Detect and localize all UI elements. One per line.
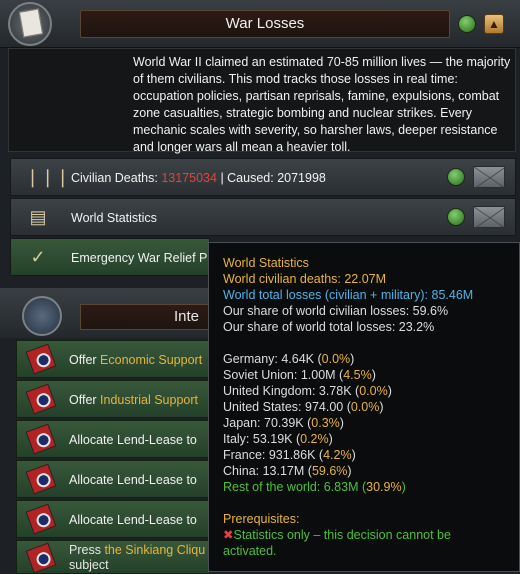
status-indicator-icon xyxy=(447,208,465,226)
flag-icon xyxy=(25,343,57,375)
flag-icon xyxy=(25,463,57,495)
world-statistics-row[interactable]: ▤ World Statistics xyxy=(10,198,516,236)
country-stat: Soviet Union: 1.00M (4.5%) xyxy=(223,368,376,382)
decision-highlight: Economic Support xyxy=(100,353,203,367)
tooltip-title: World Statistics xyxy=(223,256,309,270)
world-statistics-tooltip: World Statistics World civilian deaths: … xyxy=(208,242,520,572)
country-stat: China: 13.17M (59.6%) xyxy=(223,464,352,478)
relief-icon: ✓ xyxy=(30,247,46,267)
documents-icon: ▤ xyxy=(29,207,47,227)
country-stat: Japan: 70.39K (0.3%) xyxy=(223,416,344,430)
envelope-icon[interactable] xyxy=(473,206,505,228)
decision-label-line2: subject xyxy=(69,558,109,572)
emergency-relief-row[interactable]: ✓ Emergency War Relief P xyxy=(10,238,210,276)
country-stat: United Kingdom: 3.78K (0.0%) xyxy=(223,384,392,398)
decision-row[interactable]: Press the Sinkiang Cliqu subject xyxy=(16,540,210,574)
civilian-deaths-value: 13175034 xyxy=(161,171,217,185)
emergency-relief-label: Emergency War Relief P xyxy=(71,251,208,265)
civilian-deaths-row[interactable]: ❘❘❘ Civilian Deaths: 13175034 | Caused: … xyxy=(10,158,516,196)
cross-icon: ✖ xyxy=(223,528,234,542)
rest-of-world-stat: Rest of the world: 6.83M (30.9%) xyxy=(223,480,406,494)
decision-row[interactable]: Offer Economic Support xyxy=(16,340,210,378)
decision-label: Allocate Lend-Lease to xyxy=(69,473,197,487)
world-civilian-deaths: World civilian deaths: 22.07M xyxy=(223,272,387,286)
envelope-icon[interactable] xyxy=(473,166,505,188)
world-statistics-label: World Statistics xyxy=(71,211,157,225)
decision-row[interactable]: Allocate Lend-Lease to xyxy=(16,460,210,498)
mod-description-panel: World War II claimed an estimated 70-85 … xyxy=(8,48,516,154)
prerequisite-line: ✖Statistics only – this decision cannot … xyxy=(223,528,451,542)
international-title: Inte xyxy=(173,308,199,325)
decision-row[interactable]: Offer Industrial Support xyxy=(16,380,210,418)
ammunition-icon: ❘❘❘ xyxy=(25,167,71,187)
prerequisites-title: Prerequisites: xyxy=(223,512,300,526)
decision-label: Offer xyxy=(69,393,101,407)
status-indicator-icon xyxy=(458,15,476,33)
country-stat: France: 931.86K (4.2%) xyxy=(223,448,356,462)
flag-icon xyxy=(25,383,57,415)
country-stat: Germany: 4.64K (0.0%) xyxy=(223,352,355,366)
decision-row[interactable]: Allocate Lend-Lease to xyxy=(16,500,210,538)
decision-label: Allocate Lend-Lease to xyxy=(69,513,197,527)
flag-icon xyxy=(25,423,57,455)
international-title-bar: Inte xyxy=(80,304,210,330)
international-icon xyxy=(22,296,62,336)
decision-highlight: the Sinkiang Cliqu xyxy=(104,543,206,557)
share-total-losses: Our share of world total losses: 23.2% xyxy=(223,320,435,334)
prerequisite-line2: activated. xyxy=(223,544,277,558)
war-document-icon xyxy=(18,8,44,38)
page-title: War Losses xyxy=(225,15,305,32)
decision-label: Press xyxy=(69,543,105,557)
decision-label: Offer xyxy=(69,353,101,367)
world-total-losses: World total losses (civilian + military)… xyxy=(223,288,474,302)
decision-highlight: Industrial Support xyxy=(100,393,199,407)
decision-row[interactable]: Allocate Lend-Lease to xyxy=(16,420,210,458)
share-civilian-losses: Our share of world civilian losses: 59.6… xyxy=(223,304,449,318)
mod-description: World War II claimed an estimated 70-85 … xyxy=(133,55,511,154)
caused-value: | Caused: 2071998 xyxy=(220,171,326,185)
flag-icon xyxy=(25,542,57,574)
decision-label: Allocate Lend-Lease to xyxy=(69,433,197,447)
flag-icon xyxy=(25,503,57,535)
country-stat: United States: 974.00 (0.0%) xyxy=(223,400,384,414)
civilian-deaths-label: Civilian Deaths: xyxy=(71,171,158,185)
status-indicator-icon xyxy=(447,168,465,186)
country-stat: Italy: 53.19K (0.2%) xyxy=(223,432,333,446)
title-bar: War Losses xyxy=(80,10,450,38)
collapse-button[interactable]: ▲ xyxy=(484,14,504,34)
